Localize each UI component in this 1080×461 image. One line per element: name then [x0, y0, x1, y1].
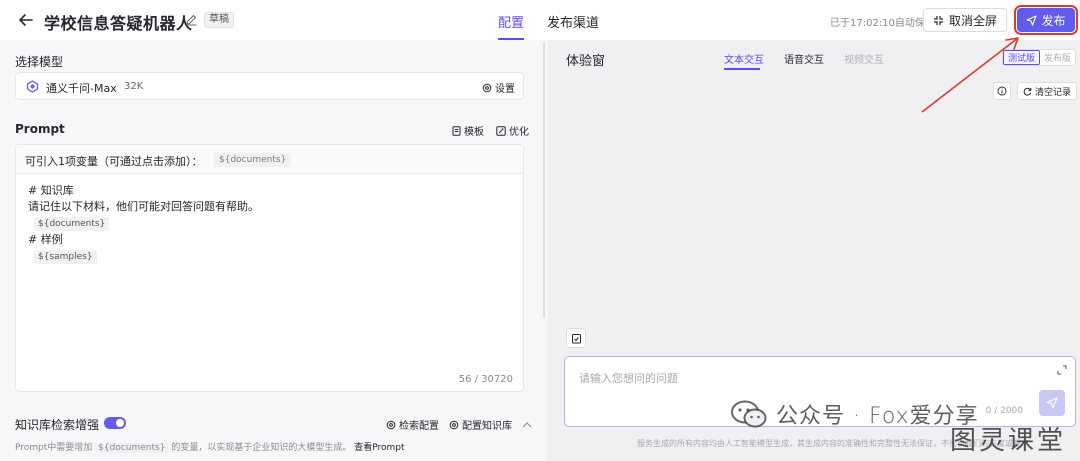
- prompt-line: # 样例: [28, 233, 63, 246]
- app-title: 学校信息答疑机器人: [44, 14, 193, 33]
- prompt-char-count: 56 / 30720: [458, 374, 513, 385]
- search-config-label: 检索配置: [399, 421, 439, 432]
- template-label: 模板: [464, 127, 484, 138]
- clear-history-label: 清空记录: [1034, 87, 1071, 98]
- exit-fullscreen-label: 取消全屏: [948, 13, 997, 28]
- clipboard-check-icon: [571, 333, 581, 343]
- model-section-label: 选择模型: [15, 55, 64, 69]
- back-arrow-icon[interactable]: [16, 10, 36, 30]
- kb-toggle-switch[interactable]: [104, 417, 126, 429]
- prompt-section-label: Prompt: [15, 122, 65, 136]
- model-selector[interactable]: 通义千问-Max 32K 设置: [15, 72, 524, 100]
- search-config-button[interactable]: 检索配置: [386, 417, 439, 432]
- tab-voice-interaction[interactable]: 语音交互: [784, 51, 824, 66]
- template-button[interactable]: 模板: [452, 123, 484, 138]
- prompt-line: # 知识库: [28, 184, 74, 197]
- prompt-line: 请记住以下材料，他们可能对回答问题有帮助。: [28, 200, 259, 213]
- tab-video-interaction: 视频交互: [844, 55, 884, 66]
- model-settings-button[interactable]: 设置: [482, 80, 515, 95]
- model-settings-label: 设置: [495, 84, 515, 95]
- chat-tab-indicator: [724, 68, 760, 70]
- magic-wand-icon: [496, 125, 506, 136]
- model-context-size: 32K: [124, 81, 144, 92]
- edit-icon[interactable]: [185, 13, 198, 26]
- exit-fullscreen-button[interactable]: 取消全屏: [923, 8, 1007, 32]
- kb-section-label: 知识库检索增强: [15, 418, 100, 432]
- tab-config[interactable]: 配置: [498, 12, 524, 31]
- panel-resize-handle[interactable]: [543, 42, 545, 318]
- publish-label: 发布: [1041, 13, 1066, 28]
- annotation-arrow-icon: [921, 37, 1019, 113]
- view-prompt-link[interactable]: 查看Prompt: [354, 443, 404, 453]
- tab-text-interaction[interactable]: 文本交互: [724, 51, 764, 66]
- prompt-variable-chip: ${documents}: [34, 217, 110, 231]
- gear-icon: [386, 420, 396, 429]
- optimize-button[interactable]: 优化: [496, 123, 529, 138]
- kb-desc-variable: ${documents}: [95, 443, 169, 453]
- chevron-up-icon[interactable]: [522, 421, 532, 429]
- prompt-editor[interactable]: 可引入1项变量（可通过点击添加）： ${documents} # 知识库 请记住…: [15, 144, 524, 392]
- kb-desc-prefix: Prompt中需要增加: [15, 443, 93, 453]
- prompt-text[interactable]: # 知识库 请记住以下材料，他们可能对回答问题有帮助。 ${documents}…: [28, 183, 259, 265]
- optimize-label: 优化: [509, 127, 529, 138]
- model-name: 通义千问-Max: [46, 82, 117, 95]
- preview-title: 体验窗: [566, 54, 606, 69]
- chat-input-placeholder: 请输入您想问的问题: [579, 372, 678, 385]
- draft-badge: 草稿: [204, 12, 234, 28]
- prompt-toolbar: 模板 优化: [452, 123, 529, 138]
- exit-fullscreen-icon: [933, 15, 943, 25]
- send-icon: [1026, 14, 1038, 26]
- variable-chip-documents[interactable]: ${documents}: [214, 153, 292, 167]
- prompt-clip-button[interactable]: [566, 328, 586, 348]
- publish-button[interactable]: 发布: [1014, 5, 1078, 35]
- watermark: 公众号 · Fox爱分享: [730, 398, 979, 430]
- kb-actions: 检索配置 配置知识库: [386, 417, 532, 432]
- kb-config-button[interactable]: 配置知识库: [449, 417, 512, 432]
- autosave-status: 已于17:02:10自动保存: [830, 18, 935, 29]
- chat-input-count: 0 / 2000: [985, 406, 1023, 416]
- gear-icon: [482, 83, 492, 92]
- template-icon: [452, 125, 461, 136]
- gear-icon: [449, 420, 459, 429]
- kb-config-label: 配置知识库: [462, 421, 512, 432]
- send-button[interactable]: [1039, 390, 1065, 416]
- wechat-logo-icon: [731, 400, 767, 428]
- expand-icon[interactable]: [1057, 365, 1067, 375]
- send-icon: [1046, 397, 1058, 409]
- version-release[interactable]: 发布版: [1040, 50, 1075, 65]
- tab-publish-channel[interactable]: 发布渠道: [547, 12, 599, 31]
- watermark-subtitle: 图灵课堂: [950, 426, 1067, 456]
- watermark-text: 公众号 · Fox爱分享: [776, 404, 979, 429]
- variable-hint: 可引入1项变量（可通过点击添加）：: [25, 155, 203, 168]
- model-logo-icon: [26, 80, 39, 93]
- prompt-variable-chip: ${samples}: [34, 250, 97, 264]
- kb-desc-mid: 的变量，以实现基于企业知识的大模型生成。: [171, 443, 352, 453]
- variable-hint-bar: 可引入1项变量（可通过点击添加）： ${documents}: [16, 145, 523, 174]
- kb-description: Prompt中需要增加 ${documents} 的变量，以实现基于企业知识的大…: [15, 440, 405, 453]
